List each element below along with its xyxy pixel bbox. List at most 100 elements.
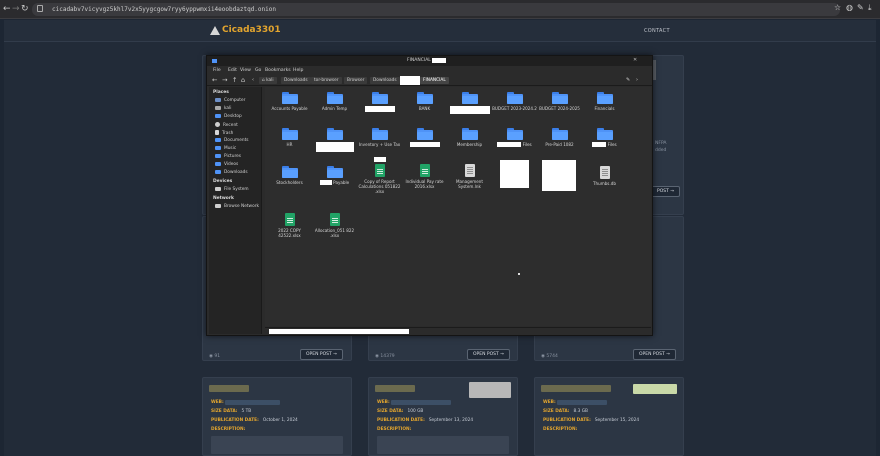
file-item[interactable]: Admin Temp xyxy=(312,92,357,111)
file-item[interactable]: BUDGET 2023-2024.2 xyxy=(492,92,537,111)
sidebar-item-file-system[interactable]: File System xyxy=(215,187,249,192)
back-icon[interactable]: ← xyxy=(212,76,217,85)
open-post-button[interactable]: OPEN POST → xyxy=(467,349,510,360)
menu-file[interactable]: File xyxy=(213,68,221,73)
browser-toolbar: ← → ↻ cicadabv7vicyvgz5khl7v2x5yygcgow7r… xyxy=(0,0,880,19)
date-line: PUBLICATION DATE: September 13, 2024 xyxy=(377,418,474,423)
clock-icon xyxy=(215,122,220,127)
file-item[interactable]: Individual Pay rate 2016.xlsx xyxy=(402,164,447,189)
sidebar-item-downloads[interactable]: Downloads xyxy=(215,170,248,175)
shield-icon[interactable]: ◍ xyxy=(846,3,853,12)
spreadsheet-icon xyxy=(329,213,340,226)
view-count: ◉ 5744 xyxy=(541,354,558,359)
back-icon[interactable]: ← xyxy=(3,3,11,15)
documents-folder-icon xyxy=(215,138,221,142)
blurred-url xyxy=(225,400,280,405)
folder-icon xyxy=(461,92,478,104)
folder-icon xyxy=(551,92,568,104)
forward-icon[interactable]: → xyxy=(222,76,227,85)
menu-bookmarks[interactable]: Bookmarks xyxy=(265,68,291,73)
file-item[interactable] xyxy=(402,128,447,148)
address-bar[interactable]: cicadabv7vicyvgz5khl7v2x5yygcgow7ryy6ypp… xyxy=(32,3,840,16)
download-icon[interactable]: ⤓ xyxy=(868,3,872,13)
file-item[interactable]: Membership xyxy=(447,128,492,147)
sidebar-item-kali[interactable]: kali xyxy=(215,106,231,111)
folder-icon xyxy=(506,92,523,104)
home-folder-icon xyxy=(215,106,221,110)
file-item[interactable] xyxy=(447,92,492,115)
open-post-button[interactable]: OPEN POST → xyxy=(633,349,676,360)
breadcrumb-browser[interactable]: Browser xyxy=(344,77,368,84)
breadcrumb-downloads-2[interactable]: Downloads xyxy=(370,77,400,84)
file-item[interactable]: Financials xyxy=(582,92,627,111)
file-item[interactable] xyxy=(312,128,357,153)
places-heading: Places xyxy=(213,90,229,95)
blurred-logo xyxy=(633,384,677,394)
sidebar-item-recent[interactable]: Recent xyxy=(215,122,238,128)
menu-view[interactable]: View xyxy=(240,68,251,73)
card-text: NFPA xyxy=(655,141,667,146)
sidebar-item-pictures[interactable]: Pictures xyxy=(215,154,241,159)
redacted-title xyxy=(432,58,446,63)
file-item[interactable]: Pre-Paid 1082 xyxy=(537,128,582,147)
file-item[interactable]: Stockholders xyxy=(267,166,312,185)
sidebar-item-trash[interactable]: Trash xyxy=(215,130,233,136)
file-item[interactable]: Accounts Payable xyxy=(267,92,312,111)
file-item[interactable]: Copy of Report Calculations 051822 .xlsx xyxy=(357,164,402,194)
breadcrumb-downloads[interactable]: Downloads xyxy=(281,77,311,84)
sidebar-item-documents[interactable]: Documents xyxy=(215,138,249,143)
view-count: ◉ 14379 xyxy=(375,354,395,359)
file-item[interactable]: Inventory + Use Tax xyxy=(357,128,402,166)
folder-icon xyxy=(596,92,613,104)
folder-icon xyxy=(326,128,343,140)
file-item[interactable] xyxy=(357,92,402,113)
url-text[interactable]: cicadabv7vicyvgz5khl7v2x5yygcgow7ryy6ypp… xyxy=(52,4,276,15)
menu-edit[interactable]: Edit xyxy=(228,68,237,73)
bookmark-star-icon[interactable]: ☆ xyxy=(834,3,841,12)
file-item[interactable]: BANK xyxy=(402,92,447,111)
extension-icon[interactable]: ✎ xyxy=(857,3,864,12)
sidebar-item-browse-network[interactable]: Browse Network xyxy=(215,204,259,209)
open-post-button[interactable]: OPEN POST → xyxy=(300,349,343,360)
sidebar-item-music[interactable]: Music xyxy=(215,146,236,151)
videos-folder-icon xyxy=(215,162,221,166)
spreadsheet-icon xyxy=(284,213,295,226)
breadcrumb-financial[interactable]: FINANCIAL xyxy=(420,77,449,84)
home-icon[interactable]: ⌂ xyxy=(241,76,245,85)
menu-go[interactable]: Go xyxy=(255,68,261,73)
chevron-right-icon[interactable]: › xyxy=(636,76,638,85)
sidebar-item-desktop[interactable]: Desktop xyxy=(215,114,242,119)
file-item[interactable]: 2022 COPY 42522.xlsx xyxy=(267,213,312,238)
blurred-description xyxy=(377,436,509,454)
web-label: WEB: xyxy=(377,400,390,405)
blurred-url xyxy=(557,400,607,405)
chevron-left-icon[interactable]: ‹ xyxy=(252,76,254,85)
folder-icon xyxy=(212,59,217,63)
forward-icon[interactable]: → xyxy=(12,3,20,15)
reload-icon[interactable]: ↻ xyxy=(21,3,29,15)
folder-icon xyxy=(506,128,523,140)
folder-icon xyxy=(281,128,298,140)
date-line: PUBLICATION DATE: September 15, 2024 xyxy=(543,418,640,423)
file-item[interactable]: Files xyxy=(492,128,537,147)
file-item[interactable]: Files xyxy=(582,128,627,147)
up-icon[interactable]: ↑ xyxy=(232,76,237,85)
trash-icon xyxy=(215,130,219,135)
file-item[interactable]: BUDGET 2024-2025 xyxy=(537,92,582,111)
file-item[interactable]: HR xyxy=(267,128,312,147)
file-item[interactable]: Management System.lnk xyxy=(447,164,492,189)
file-item[interactable]: Allocation_051 822 .xlsx xyxy=(312,213,357,238)
folder-icon xyxy=(416,92,433,104)
breadcrumb-tor-browser[interactable]: tor-browser xyxy=(311,77,342,84)
sidebar-item-computer[interactable]: Computer xyxy=(215,98,245,103)
file-item[interactable]: Payable xyxy=(312,166,357,185)
logo-pyramid-icon xyxy=(210,26,220,35)
file-item[interactable]: Thumbs.db xyxy=(582,166,627,186)
close-icon[interactable]: ✕ xyxy=(633,57,637,63)
sidebar-item-videos[interactable]: Videos xyxy=(215,162,238,167)
edit-path-icon[interactable]: ✎ xyxy=(626,76,630,85)
breadcrumb-kali[interactable]: ⌂ kali xyxy=(259,77,277,84)
nav-contact[interactable]: CONTACT xyxy=(644,28,670,34)
menu-help[interactable]: Help xyxy=(293,68,303,73)
open-post-button[interactable]: POST → xyxy=(651,186,681,197)
